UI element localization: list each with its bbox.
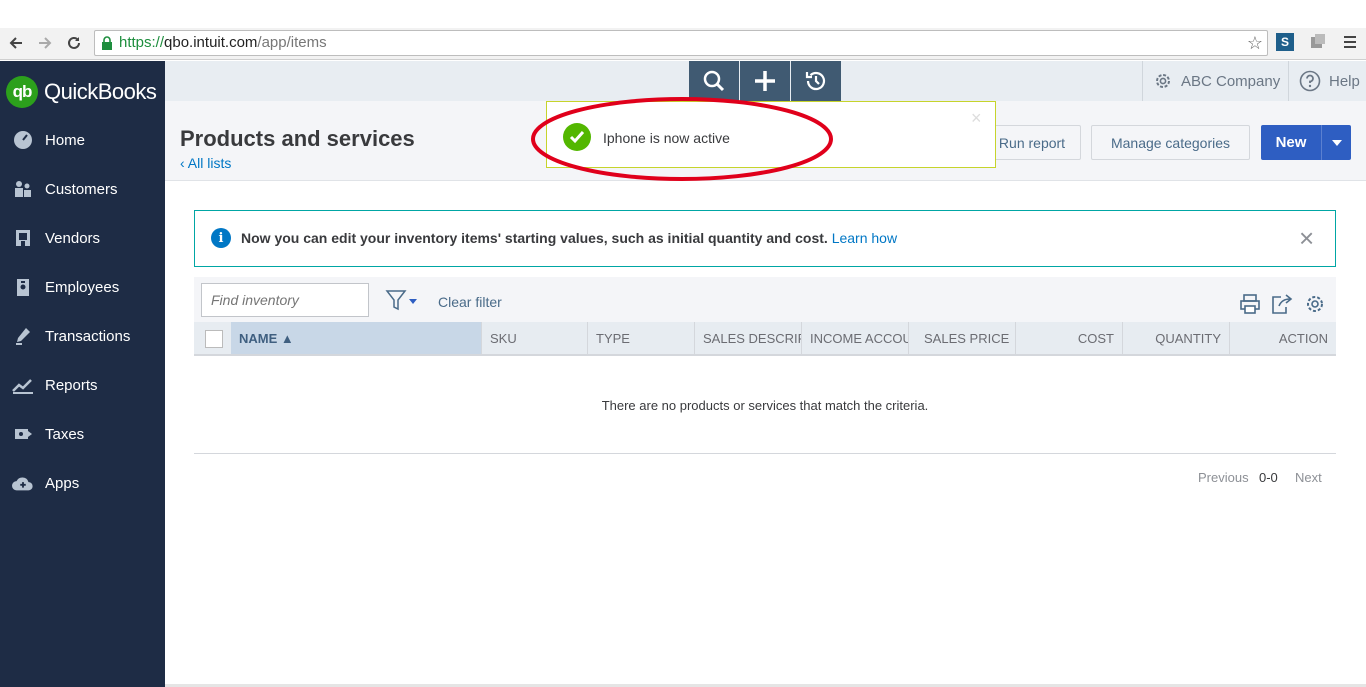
create-button[interactable]	[740, 61, 790, 101]
find-inventory-input[interactable]	[201, 283, 369, 317]
banner-close-icon[interactable]: ×	[1299, 224, 1314, 252]
company-name: ABC Company	[1181, 72, 1281, 90]
reports-icon	[12, 374, 34, 396]
sidebar-item-label: Taxes	[45, 425, 85, 443]
info-banner: i Now you can edit your inventory items'…	[194, 210, 1336, 267]
sidebar-item-customers[interactable]: Customers	[0, 174, 165, 204]
sidebar-item-employees[interactable]: Employees	[0, 272, 165, 302]
help-icon	[1299, 70, 1321, 92]
help-label: Help	[1329, 72, 1360, 90]
help-button[interactable]: Help	[1288, 61, 1366, 101]
manage-categories-button[interactable]: Manage categories	[1091, 125, 1250, 160]
history-icon	[805, 71, 826, 91]
caret-down-icon	[1331, 139, 1342, 146]
column-name[interactable]: NAME ▲	[231, 322, 482, 354]
sidebar-item-label: Apps	[45, 474, 80, 492]
empty-table-message: There are no products or services that m…	[601, 398, 929, 413]
checkmark-icon	[563, 123, 591, 151]
filter-funnel-icon[interactable]	[385, 290, 419, 312]
search-button[interactable]	[689, 61, 739, 101]
lock-icon	[102, 36, 112, 50]
plus-icon	[755, 71, 775, 91]
brand-name: QuickBooks	[44, 79, 157, 104]
dashboard-icon	[12, 129, 34, 151]
sidebar-item-transactions[interactable]: Transactions	[0, 321, 165, 351]
select-all-cell	[194, 322, 231, 354]
sidebar-item-label: Home	[45, 131, 86, 149]
url-host: qbo.intuit.com	[164, 34, 258, 51]
extension-icon[interactable]	[1309, 33, 1327, 51]
column-type[interactable]: TYPE	[588, 322, 695, 354]
info-banner-message: Now you can edit your inventory items' s…	[241, 230, 828, 246]
sidebar-item-apps[interactable]: Apps	[0, 468, 165, 498]
table-bottom-divider	[194, 453, 1336, 454]
column-action: ACTION	[1278, 330, 1328, 346]
sidebar-item-vendors[interactable]: Vendors	[0, 223, 165, 253]
new-button-label: New	[1275, 134, 1307, 151]
browser-titlebar	[0, 0, 1366, 28]
all-lists-label: All lists	[187, 155, 232, 171]
extension-s-icon[interactable]: S	[1276, 33, 1294, 51]
back-icon[interactable]	[4, 28, 28, 58]
sidebar-item-label: Vendors	[45, 229, 101, 247]
table-settings-gear-icon[interactable]	[1304, 293, 1326, 315]
column-cost[interactable]: COST	[1016, 322, 1123, 354]
column-sku[interactable]: SKU	[482, 322, 588, 354]
column-quantity[interactable]: QUANTITY	[1123, 322, 1230, 354]
sidebar-item-reports[interactable]: Reports	[0, 370, 165, 400]
browser-toolbar: https://qbo.intuit.com/app/items ☆ S	[0, 28, 1366, 60]
reload-icon[interactable]	[62, 28, 86, 58]
sidebar: qb QuickBooks Home Customers Vendors Emp…	[0, 61, 165, 687]
pager-next[interactable]: Next	[1295, 470, 1322, 485]
new-button[interactable]: New	[1261, 125, 1351, 160]
customers-icon	[12, 178, 34, 200]
forward-icon[interactable]	[33, 28, 57, 58]
top-bar: ABC Company Help	[165, 61, 1366, 101]
export-icon[interactable]	[1271, 293, 1293, 315]
bookmark-star-icon[interactable]: ☆	[1247, 31, 1263, 55]
sidebar-item-label: Employees	[45, 278, 120, 296]
gear-icon	[1156, 74, 1170, 88]
quickbooks-logo[interactable]: qb QuickBooks	[6, 75, 157, 109]
column-sales-description[interactable]: SALES DESCRIPTION	[695, 322, 802, 354]
info-icon: i	[211, 228, 231, 248]
vendors-icon	[12, 227, 34, 249]
sidebar-item-home[interactable]: Home	[0, 125, 165, 155]
select-all-checkbox[interactable]	[205, 330, 223, 348]
run-report-button[interactable]: Run report	[983, 125, 1081, 160]
transactions-icon	[12, 325, 34, 347]
taxes-icon	[12, 423, 34, 445]
chevron-left-icon: ‹	[180, 155, 188, 171]
table-header: NAME ▲ SKU TYPE SALES DESCRIPTION INCOME…	[194, 322, 1336, 356]
url-scheme: https://	[119, 34, 165, 51]
address-bar[interactable]: https://qbo.intuit.com/app/items ☆	[94, 30, 1268, 56]
filter-toolbar: Clear filter	[194, 277, 1336, 322]
sidebar-item-label: Customers	[45, 180, 118, 198]
employees-icon	[12, 276, 34, 298]
success-toast: Iphone is now active ×	[546, 101, 996, 168]
qb-logo-icon: qb	[6, 76, 38, 108]
company-settings-button[interactable]: ABC Company	[1142, 61, 1288, 101]
toast-message: Iphone is now active	[603, 130, 730, 146]
column-sales-price[interactable]: SALES PRICE	[909, 322, 1016, 354]
recent-transactions-button[interactable]	[791, 61, 841, 101]
search-icon	[703, 70, 725, 92]
page-title: Products and services	[180, 126, 415, 151]
pager-range: 0-0	[1259, 470, 1278, 485]
url-path: /app/items	[257, 34, 327, 51]
new-dropdown-button[interactable]	[1321, 125, 1351, 160]
print-icon[interactable]	[1239, 293, 1261, 315]
column-income-account[interactable]: INCOME ACCOUNT	[802, 322, 909, 354]
clear-filter-link[interactable]: Clear filter	[438, 294, 502, 310]
sidebar-item-taxes[interactable]: Taxes	[0, 419, 165, 449]
pager-previous[interactable]: Previous	[1198, 470, 1249, 485]
info-banner-text: Now you can edit your inventory items' s…	[241, 230, 897, 246]
apps-icon	[12, 472, 34, 494]
sidebar-item-label: Reports	[45, 376, 98, 394]
toast-close-icon[interactable]: ×	[971, 108, 982, 129]
all-lists-link[interactable]: ‹ All lists	[180, 155, 231, 171]
sidebar-item-label: Transactions	[45, 327, 131, 345]
learn-how-link[interactable]: Learn how	[832, 230, 897, 246]
menu-icon[interactable]	[1341, 33, 1359, 51]
